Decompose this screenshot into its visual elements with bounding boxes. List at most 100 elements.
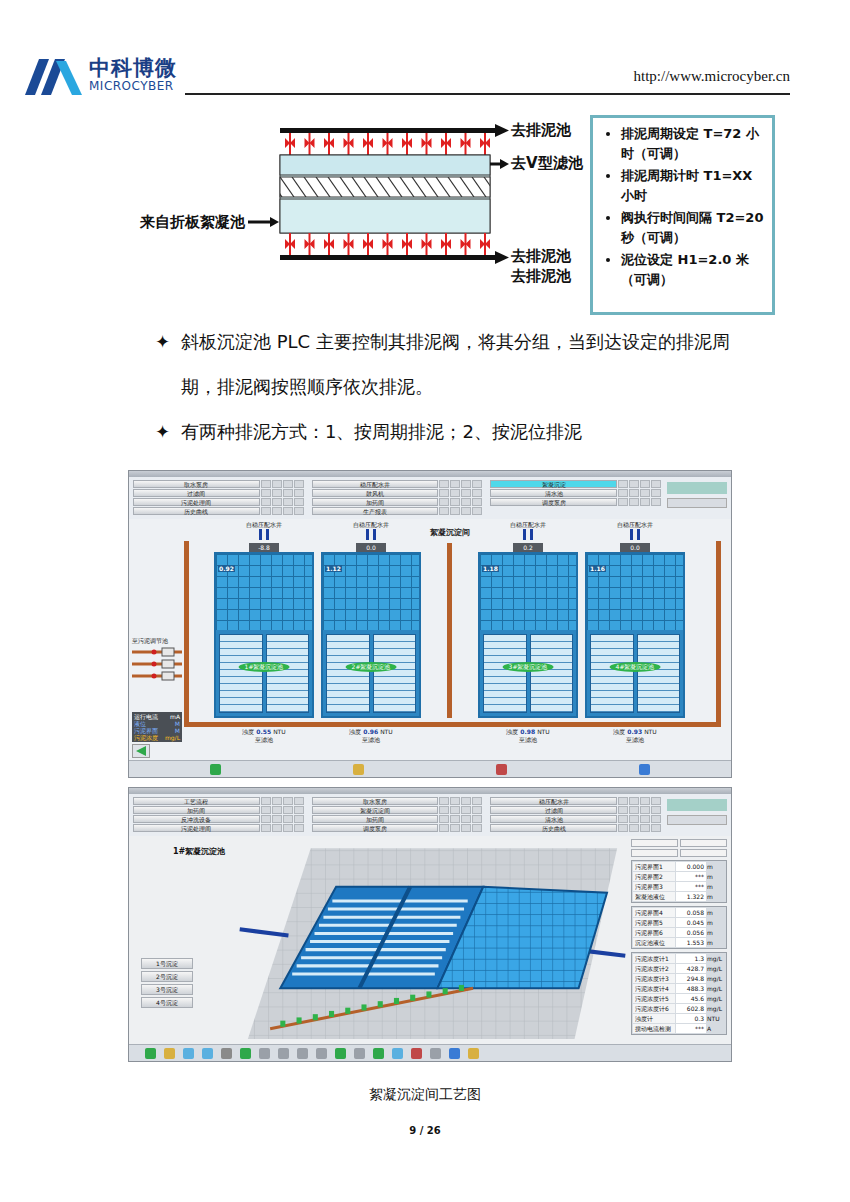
- nav-button[interactable]: 污泥处理间: [133, 498, 304, 506]
- toolbar-icon[interactable]: [430, 1048, 441, 1059]
- reading-value: 0.000: [676, 862, 706, 871]
- mode-button[interactable]: [680, 849, 727, 857]
- nav-button[interactable]: 加药间: [312, 498, 483, 506]
- nav-button[interactable]: 清水池: [490, 489, 661, 497]
- indicator-box: [450, 797, 460, 805]
- toolbar-icon[interactable]: [278, 1048, 289, 1059]
- bullet-icon: ✦: [155, 319, 181, 409]
- toolbar-icon[interactable]: [449, 1048, 460, 1059]
- nav-button[interactable]: 稳压配水井: [312, 480, 483, 488]
- tank-button[interactable]: 3号沉淀: [141, 984, 193, 995]
- toolbar-icon[interactable]: [221, 1048, 232, 1059]
- status-field: [667, 482, 727, 494]
- indicator-box: [261, 498, 271, 506]
- outlet-label: 至滤池: [519, 736, 537, 744]
- reading-label: 絮凝池液位: [633, 892, 675, 901]
- tank-name[interactable]: 2#絮凝沉淀池: [346, 662, 397, 672]
- nav-button[interactable]: 过滤间: [133, 489, 304, 497]
- indicator-box: [439, 815, 449, 823]
- turbidity-row: 浊度0.55NTU至滤池浊度0.96NTU至滤池浊度0.98NTU至滤池浊度0.…: [184, 727, 721, 748]
- tank-button[interactable]: 4号沉淀: [141, 997, 193, 1008]
- reading-row: 污泥浓度计4488.3mg/L: [633, 984, 725, 993]
- nav-label: 过滤间: [490, 806, 617, 814]
- toolbar-icon[interactable]: [183, 1048, 194, 1059]
- mode-button[interactable]: [680, 839, 727, 847]
- indicator-box: [472, 489, 482, 497]
- tank-name[interactable]: 3#絮凝沉淀池: [503, 662, 554, 672]
- nav-button[interactable]: 调度泵房: [490, 498, 661, 506]
- indicator-box: [461, 815, 471, 823]
- nav-button[interactable]: 历史曲线: [490, 824, 661, 832]
- tank-3d-icon: [238, 836, 627, 1044]
- toolbar-icon[interactable]: [354, 1048, 365, 1059]
- inlet-label: 自稳压配水井: [510, 521, 546, 529]
- toolbar-icon[interactable]: [373, 1048, 384, 1059]
- toolbar-icon[interactable]: [259, 1048, 270, 1059]
- nav-button[interactable]: 取水泵房: [312, 797, 483, 805]
- tank-detail: 1#絮凝沉淀池1号沉淀2号沉淀3号沉淀4号沉淀污泥界面10.000m污泥界面2*…: [129, 836, 731, 1044]
- indicator-box: [272, 507, 282, 515]
- header-rule: http://www.microcyber.cn: [185, 66, 790, 95]
- nav-button[interactable]: 生产报表: [312, 507, 483, 515]
- reading-value: ***: [676, 872, 706, 881]
- toolbar-icon[interactable]: [145, 1048, 156, 1059]
- mode-button[interactable]: [631, 849, 678, 857]
- readings-panel: 污泥界面40.058m污泥界面50.045m污泥界面60.056m沉淀池液位1.…: [631, 906, 727, 949]
- turbidity-reading: 浊度0.96NTU: [349, 728, 392, 736]
- indicator-box: [439, 489, 449, 497]
- toolbar-icon[interactable]: [411, 1048, 422, 1059]
- legend-unit: mA: [170, 713, 180, 720]
- reading-row: 污泥界面3***m: [633, 882, 725, 891]
- toolbar-icon[interactable]: [240, 1048, 251, 1059]
- indicator-box: [461, 489, 471, 497]
- tank-name[interactable]: 1#絮凝沉淀池: [239, 662, 290, 672]
- reading-row: 污泥界面60.056m: [633, 928, 725, 937]
- nav-button[interactable]: 反冲洗设备: [133, 815, 304, 823]
- nav-button[interactable]: 清水池: [490, 815, 661, 823]
- reading-label: 污泥浓度计5: [633, 994, 675, 1003]
- indicator-box: [294, 824, 304, 832]
- reading-row: 污泥界面2***m: [633, 872, 725, 881]
- slats: [590, 634, 634, 713]
- tank-reading: 0.2: [513, 543, 543, 552]
- toolbar-icon[interactable]: [392, 1048, 403, 1059]
- toolbar-icon[interactable]: [468, 1048, 479, 1059]
- logo-icon: [25, 55, 83, 95]
- tank-button[interactable]: 1号沉淀: [141, 958, 193, 969]
- nav-button[interactable]: 过滤间: [490, 806, 661, 814]
- nav-button[interactable]: 鼓风机: [312, 489, 483, 497]
- nav-button[interactable]: 加药间: [312, 815, 483, 823]
- toolbar-icon[interactable]: [202, 1048, 213, 1059]
- toolbar-icon[interactable]: [353, 764, 364, 775]
- website-url[interactable]: http://www.microcyber.cn: [634, 68, 791, 84]
- reading-row: 搅动电流检测***A: [633, 1024, 725, 1033]
- screen-title: 1#絮凝沉淀池: [141, 846, 230, 857]
- toolbar-icon[interactable]: [316, 1048, 327, 1059]
- indicator-box: [261, 806, 271, 814]
- nav-button[interactable]: 絮凝沉淀间: [312, 806, 483, 814]
- toolbar-icon[interactable]: [496, 764, 507, 775]
- indicator-box: [651, 806, 661, 814]
- turbidity-label: 浊度: [349, 728, 361, 735]
- tank-name[interactable]: 4#絮凝沉淀池: [610, 662, 661, 672]
- bullet-item: ✦有两种排泥方式：1、按周期排泥；2、按泥位排泥: [155, 409, 735, 454]
- toolbar-icon[interactable]: [210, 764, 221, 775]
- indicator-box: [439, 507, 449, 515]
- nav-button[interactable]: 絮凝沉淀: [490, 480, 661, 488]
- back-button[interactable]: [132, 744, 150, 758]
- toolbar-icon[interactable]: [639, 764, 650, 775]
- nav-button[interactable]: 历史曲线: [133, 507, 304, 515]
- nav-button[interactable]: 工艺流程: [133, 797, 304, 805]
- tank-button[interactable]: 2号沉淀: [141, 971, 193, 982]
- nav-button[interactable]: 调度泵房: [312, 824, 483, 832]
- nav-button[interactable]: 加药间: [133, 806, 304, 814]
- toolbar-icon[interactable]: [335, 1048, 346, 1059]
- mode-button[interactable]: [631, 839, 678, 847]
- toolbar-icon[interactable]: [297, 1048, 308, 1059]
- status-panel: [667, 480, 727, 516]
- nav-button[interactable]: 稳压配水井: [490, 797, 661, 805]
- toolbar-icon[interactable]: [164, 1048, 175, 1059]
- nav-button[interactable]: 取水泵房: [133, 480, 304, 488]
- reading-unit: m: [707, 872, 725, 881]
- nav-button[interactable]: 污泥处理间: [133, 824, 304, 832]
